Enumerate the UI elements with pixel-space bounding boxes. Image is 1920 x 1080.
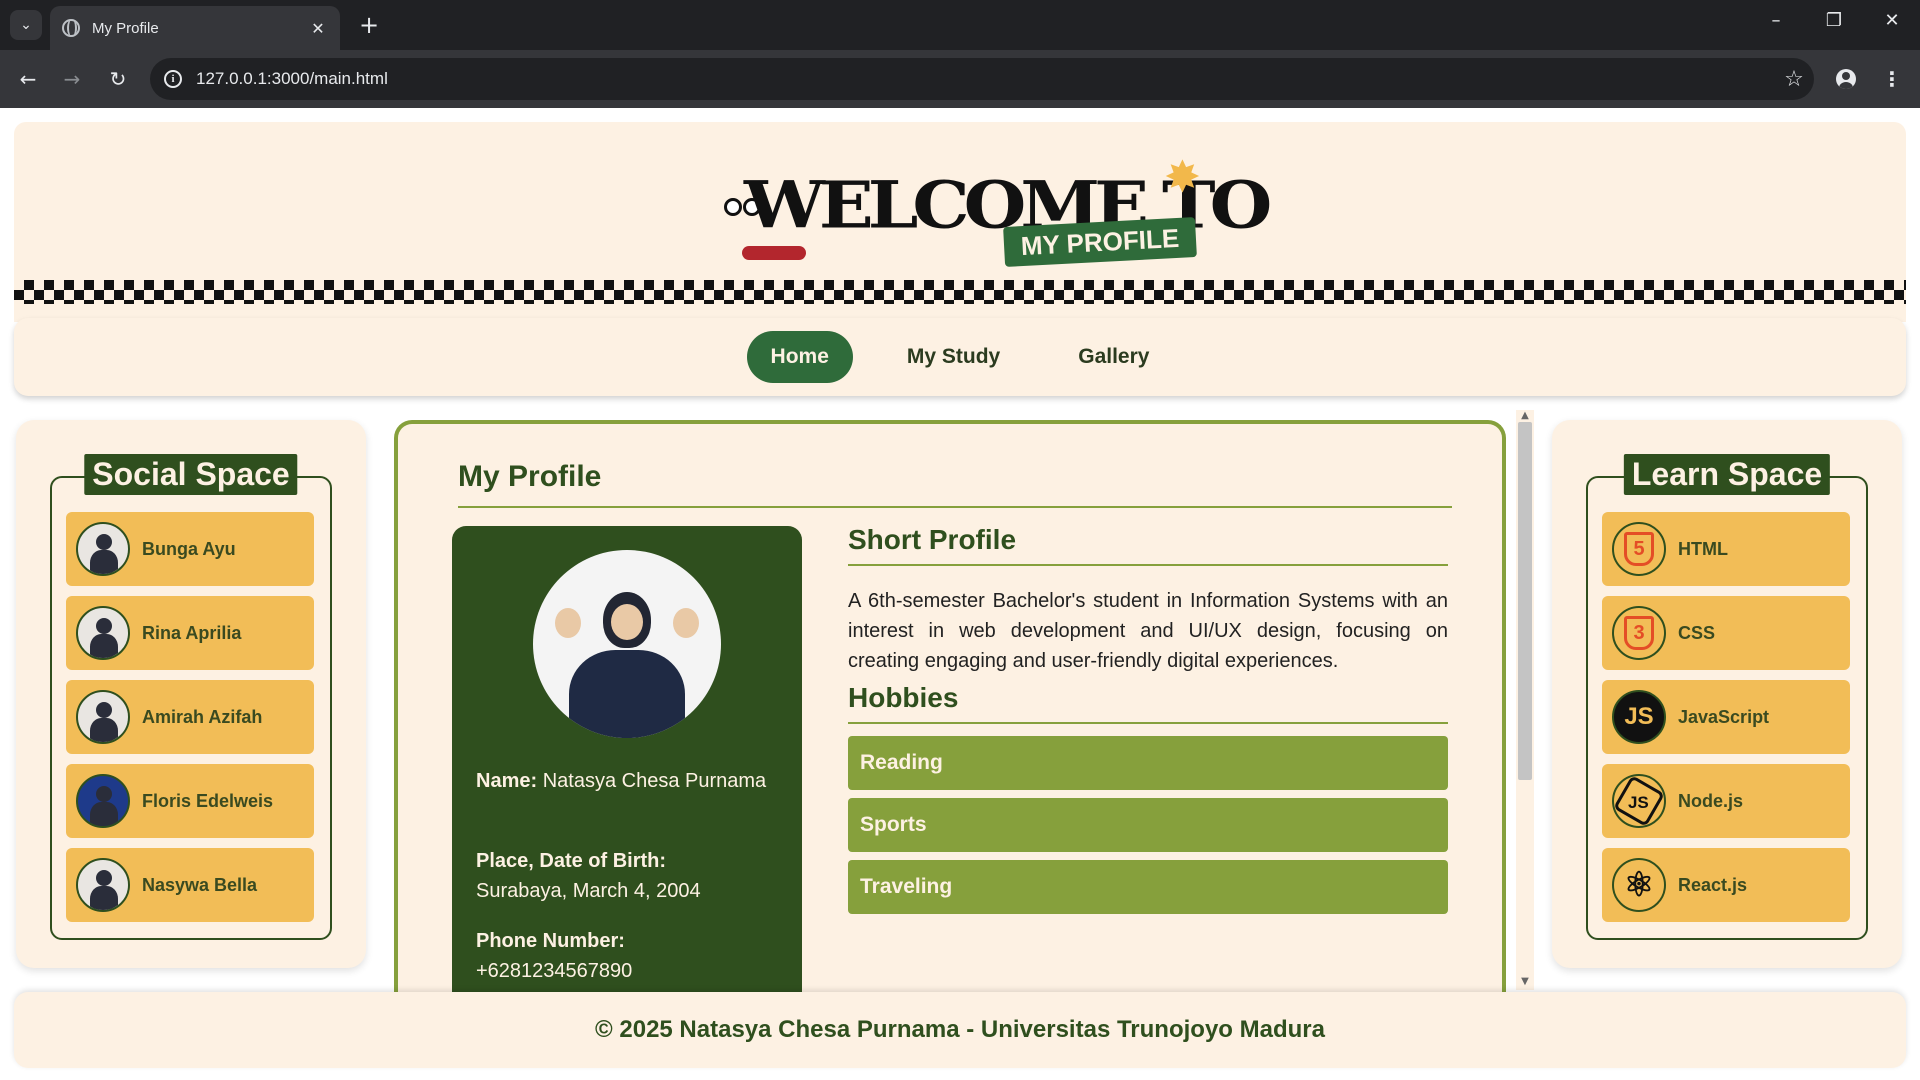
- learn-item-nodejs[interactable]: JS Node.js: [1602, 764, 1850, 838]
- learn-item-javascript[interactable]: JS JavaScript: [1602, 680, 1850, 754]
- window-close-icon[interactable]: ✕: [1872, 10, 1912, 31]
- browser-tab-bar: ⌄ My Profile ✕ + – ❐ ✕: [0, 0, 1920, 50]
- avatar: [76, 858, 130, 912]
- social-item-label: Nasywa Bella: [142, 874, 258, 895]
- social-space-title: Social Space: [84, 454, 298, 495]
- decorative-pill: [742, 246, 806, 260]
- footer-copyright: © 2025 Natasya Chesa Purnama - Universit…: [595, 1016, 1325, 1043]
- learn-item-css[interactable]: 3 CSS: [1602, 596, 1850, 670]
- learn-item-label: CSS: [1678, 622, 1716, 643]
- scroll-up-arrow-icon[interactable]: ▲: [1518, 410, 1532, 421]
- birth-label: Place, Date of Birth:: [476, 850, 667, 872]
- learn-item-label: HTML: [1678, 538, 1728, 559]
- browser-tab[interactable]: My Profile ✕: [50, 6, 340, 50]
- learn-item-reactjs[interactable]: ⚛ React.js: [1602, 848, 1850, 922]
- scroll-down-arrow-icon[interactable]: ▼: [1518, 976, 1532, 987]
- page-title: My Profile: [458, 460, 602, 493]
- avatar: [76, 522, 130, 576]
- main-nav: Home My Study Gallery: [14, 318, 1906, 396]
- profile-info-box: Name: Natasya Chesa Purnama Place, Date …: [452, 526, 802, 1000]
- tab-title: My Profile: [92, 19, 159, 37]
- url-text[interactable]: 127.0.0.1:3000/main.html: [196, 69, 1774, 89]
- social-item-label: Bunga Ayu: [142, 538, 236, 559]
- social-item-label: Rina Aprilia: [142, 622, 242, 643]
- hobby-item-sports: Sports: [848, 798, 1448, 852]
- learn-item-html[interactable]: 5 HTML: [1602, 512, 1850, 586]
- profile-photo: [533, 550, 721, 738]
- javascript-icon: JS: [1612, 690, 1666, 744]
- social-space-frame: Social Space Bunga Ayu Rina Aprilia Amir…: [50, 454, 332, 940]
- title-divider: [458, 506, 1452, 508]
- name-value: Natasya Chesa Purnama: [542, 770, 767, 792]
- hobbies-title: Hobbies: [848, 682, 1448, 724]
- social-item-rina-aprilia[interactable]: Rina Aprilia: [66, 596, 314, 670]
- social-item-nasywa-bella[interactable]: Nasywa Bella: [66, 848, 314, 922]
- css3-icon: 3: [1612, 606, 1666, 660]
- checkered-divider: [14, 280, 1906, 304]
- short-profile-title: Short Profile: [848, 524, 1448, 566]
- profile-avatar-icon[interactable]: [1830, 63, 1862, 95]
- html5-icon: 5: [1612, 522, 1666, 576]
- scrollbar-thumb[interactable]: [1518, 422, 1532, 780]
- page-viewport: WELCOME TO ✸ MY PROFILE Home My Study Ga…: [0, 108, 1920, 1080]
- social-list: Bunga Ayu Rina Aprilia Amirah Azifah Flo…: [66, 512, 314, 932]
- phone-value: +6281234567890: [476, 960, 633, 982]
- avatar: [76, 606, 130, 660]
- nav-home[interactable]: Home: [746, 331, 853, 383]
- site-info-icon[interactable]: i: [164, 70, 182, 88]
- nav-my-study[interactable]: My Study: [883, 331, 1024, 383]
- avatar: [76, 774, 130, 828]
- new-tab-plus-icon[interactable]: +: [354, 11, 384, 39]
- restore-icon[interactable]: ❐: [1814, 10, 1854, 31]
- phone-label: Phone Number:: [476, 930, 625, 952]
- learn-item-label: JavaScript: [1678, 706, 1770, 727]
- hobby-item-reading: Reading: [848, 736, 1448, 790]
- profile-details: Short Profile A 6th-semester Bachelor's …: [848, 524, 1448, 914]
- address-bar[interactable]: i 127.0.0.1:3000/main.html ☆: [150, 58, 1814, 100]
- logo-badge: MY PROFILE: [1003, 217, 1197, 267]
- name-info: Name: Natasya Chesa Purnama: [476, 766, 786, 796]
- footer: © 2025 Natasya Chesa Purnama - Universit…: [14, 992, 1906, 1068]
- back-arrow-icon[interactable]: ←: [12, 63, 44, 95]
- social-space-panel: Social Space Bunga Ayu Rina Aprilia Amir…: [16, 420, 366, 968]
- more-menu-icon[interactable]: ⋮: [1876, 63, 1908, 95]
- learn-item-label: Node.js: [1678, 790, 1744, 811]
- globe-icon: [62, 19, 80, 37]
- welcome-logo: WELCOME TO ✸ MY PROFILE: [724, 156, 1272, 272]
- name-label: Name:: [476, 770, 538, 792]
- social-item-label: Floris Edelweis: [142, 790, 274, 811]
- browser-toolbar: ← → ↻ i 127.0.0.1:3000/main.html ☆ ⋮: [0, 50, 1920, 108]
- social-item-floris-edelweis[interactable]: Floris Edelweis: [66, 764, 314, 838]
- nodejs-icon: JS: [1612, 774, 1666, 828]
- tab-search-chevron-icon[interactable]: ⌄: [10, 10, 42, 40]
- profile-card: My Profile Name: Natasya Chesa Purnama P…: [394, 420, 1506, 1000]
- hobby-item-traveling: Traveling: [848, 860, 1448, 914]
- phone-info: Phone Number: +6281234567890: [476, 926, 786, 986]
- tab-close-icon[interactable]: ✕: [308, 19, 328, 38]
- social-item-label: Amirah Azifah: [142, 706, 263, 727]
- learn-space-panel: Learn Space 5 HTML 3 CSS JS JavaScript J…: [1552, 420, 1902, 968]
- avatar: [76, 690, 130, 744]
- learn-list: 5 HTML 3 CSS JS JavaScript JS Node.js ⚛: [1602, 512, 1850, 932]
- short-profile-text: A 6th-semester Bachelor's student in Inf…: [848, 590, 1448, 672]
- social-item-amirah-azifah[interactable]: Amirah Azifah: [66, 680, 314, 754]
- nav-gallery[interactable]: Gallery: [1054, 331, 1173, 383]
- learn-item-label: React.js: [1678, 874, 1748, 895]
- starburst-icon: ✸: [1164, 152, 1201, 203]
- react-icon: ⚛: [1612, 858, 1666, 912]
- minimize-icon[interactable]: –: [1756, 10, 1796, 31]
- birth-info: Place, Date of Birth: Surabaya, March 4,…: [476, 846, 786, 906]
- social-item-bunga-ayu[interactable]: Bunga Ayu: [66, 512, 314, 586]
- bookmark-star-icon[interactable]: ☆: [1774, 67, 1814, 92]
- birth-value: Surabaya, March 4, 2004: [476, 880, 701, 902]
- learn-space-title: Learn Space: [1623, 454, 1831, 495]
- forward-arrow-icon[interactable]: →: [56, 63, 88, 95]
- learn-space-frame: Learn Space 5 HTML 3 CSS JS JavaScript J…: [1586, 454, 1868, 940]
- reload-icon[interactable]: ↻: [102, 63, 134, 95]
